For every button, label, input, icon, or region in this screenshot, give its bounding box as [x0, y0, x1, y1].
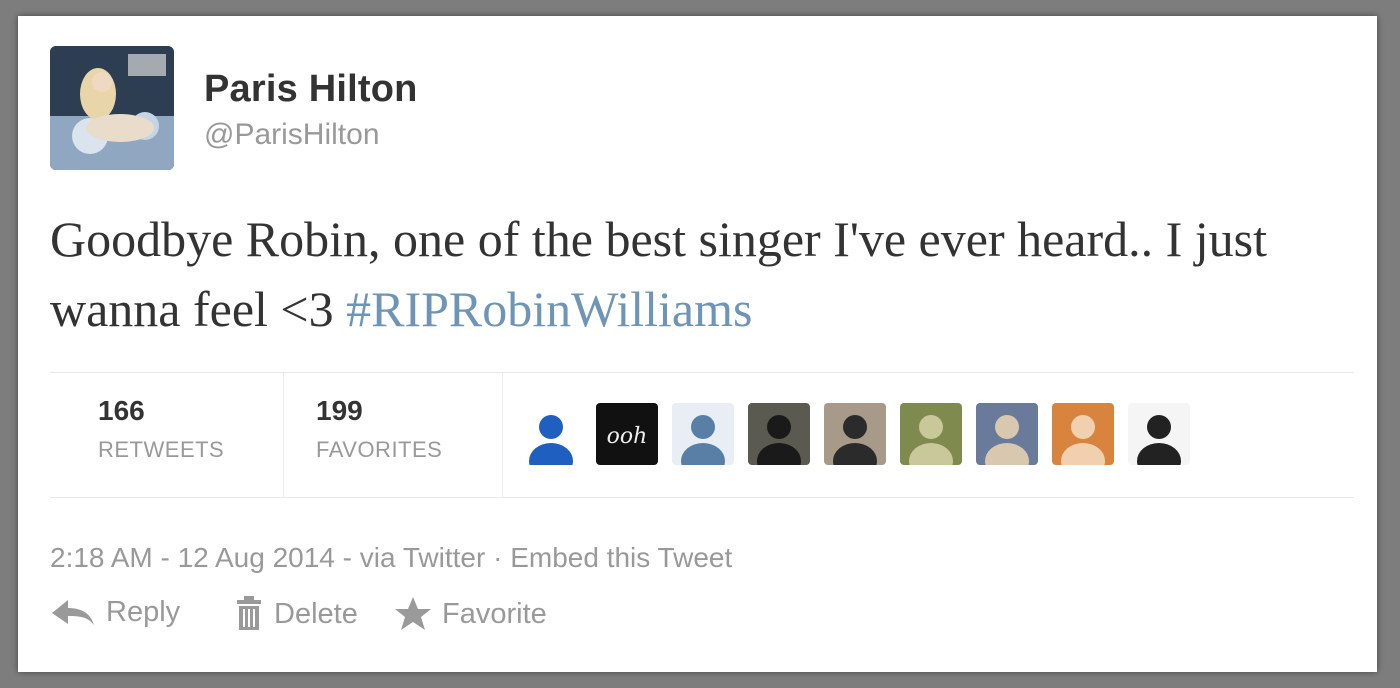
- avatar-photo-icon: [520, 403, 582, 465]
- hashtag-link[interactable]: #RIPRobinWilliams: [346, 281, 752, 337]
- tweet-text: Goodbye Robin, one of the best singer I'…: [50, 204, 1340, 344]
- reply-label: Reply: [106, 596, 181, 628]
- stats-divider: [283, 373, 284, 497]
- meta-separator: -: [334, 542, 360, 573]
- avatar-photo-icon: [748, 403, 810, 465]
- retweets-stat[interactable]: 166 RETWEETS: [98, 395, 224, 463]
- avatar-photo-icon: [900, 403, 962, 465]
- reply-button[interactable]: Reply: [50, 596, 180, 629]
- avatar-photo-icon: [1052, 403, 1114, 465]
- avatar-photo-icon: [976, 403, 1038, 465]
- favoriter-avatar[interactable]: [824, 403, 886, 465]
- profile-avatar[interactable]: [50, 46, 174, 170]
- favoriter-avatar[interactable]: [976, 403, 1038, 465]
- embed-tweet-link[interactable]: Embed this Tweet: [510, 542, 732, 573]
- delete-button[interactable]: Delete: [234, 596, 358, 632]
- favorites-count: 199: [316, 395, 363, 426]
- favoriter-avatar[interactable]: [1128, 403, 1190, 465]
- tweet-meta: 2:18 AM - 12 Aug 2014 - via Twitter · Em…: [50, 542, 732, 574]
- display-name[interactable]: Paris Hilton: [204, 68, 418, 111]
- favoriter-avatar[interactable]: [1052, 403, 1114, 465]
- user-handle[interactable]: @ParisHilton: [204, 118, 380, 152]
- delete-label: Delete: [274, 597, 358, 630]
- reply-icon: [52, 599, 94, 625]
- favorites-stat[interactable]: 199 FAVORITES: [316, 395, 442, 463]
- trash-icon: [237, 596, 261, 630]
- retweets-label: RETWEETS: [98, 437, 225, 462]
- avatar-photo-icon: [672, 403, 734, 465]
- avatar-photo-icon: [50, 46, 174, 170]
- favoriter-avatar[interactable]: [900, 403, 962, 465]
- favoriter-avatar[interactable]: [748, 403, 810, 465]
- favoriter-avatar[interactable]: [520, 403, 582, 465]
- avatar-photo-icon: ooh: [596, 403, 658, 465]
- star-icon: [395, 597, 431, 630]
- tweet-card: Paris Hilton @ParisHilton Goodbye Robin,…: [18, 16, 1377, 672]
- favorites-label: FAVORITES: [316, 437, 443, 462]
- retweets-count: 166: [98, 395, 145, 426]
- favoriter-avatar-text: ooh: [607, 424, 648, 449]
- stats-divider: [502, 373, 503, 497]
- meta-separator: ·: [485, 542, 511, 573]
- favoriter-avatar[interactable]: ooh: [596, 403, 658, 465]
- avatar-photo-icon: [1128, 403, 1190, 465]
- avatar-photo-icon: [824, 403, 886, 465]
- favoriter-avatar[interactable]: [672, 403, 734, 465]
- via-client[interactable]: via Twitter: [360, 542, 486, 573]
- favorite-label: Favorite: [442, 597, 547, 630]
- favorite-button[interactable]: Favorite: [394, 596, 547, 632]
- stats-bar: 166 RETWEETS 199 FAVORITES ooh: [50, 372, 1354, 498]
- timestamp-link[interactable]: 2:18 AM - 12 Aug 2014: [50, 542, 335, 573]
